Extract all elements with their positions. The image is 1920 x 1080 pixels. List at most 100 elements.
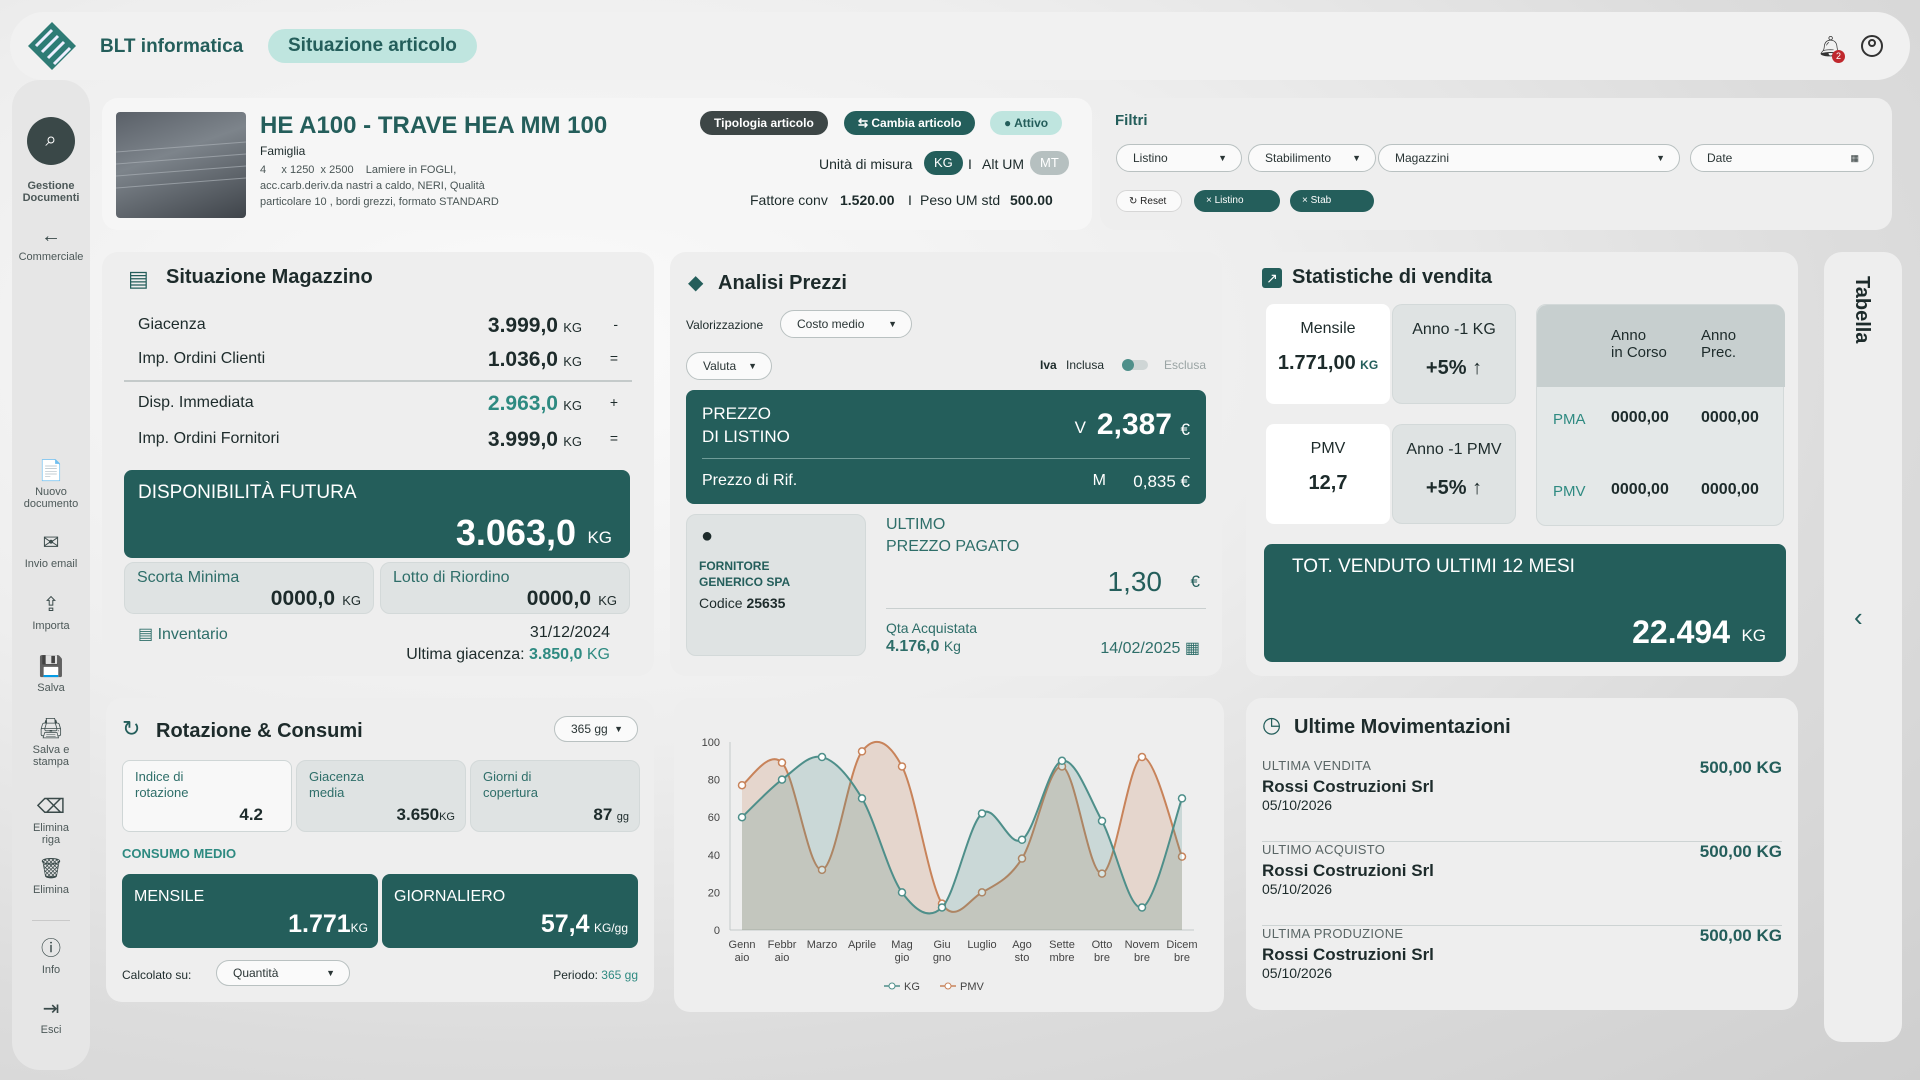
giorni-copertura-label: Giorni di copertura — [483, 769, 538, 800]
supplier-name-1: FORNITORE — [699, 559, 770, 573]
period-select[interactable]: 365 gg ▼ — [554, 716, 638, 742]
chevron-left-icon[interactable]: ‹ — [1854, 602, 1863, 633]
nuovo-documento-button[interactable]: 📄 Nuovo documento — [12, 460, 90, 510]
x-tick-label: Genn — [729, 939, 756, 951]
importa-button[interactable]: ⇪ Importa — [12, 594, 90, 632]
iva-esclusa-label: Esclusa — [1164, 358, 1207, 372]
data-point-kg — [777, 775, 787, 784]
magazzino-divider — [124, 380, 632, 382]
chevron-down-icon: ▼ — [1218, 153, 1227, 163]
close-icon[interactable]: × — [1206, 195, 1215, 206]
inventario-link[interactable]: ▤ Inventario — [138, 624, 228, 644]
anno1-pmv-box: Anno -1 PMV +5% ↑ — [1392, 424, 1516, 524]
anno1-kg-label: Anno -1 KG — [1412, 321, 1496, 338]
ordini-fornitori-label: Imp. Ordini Fornitori — [138, 430, 280, 447]
prezzo-listino-label-2: DI LISTINO — [702, 427, 790, 446]
qta-date[interactable]: 14/02/2025 ▦ — [1100, 638, 1200, 658]
elimina-riga-button[interactable]: ⌫ Elimina riga — [12, 796, 90, 846]
commerciale-back-button[interactable]: ← Commerciale — [12, 225, 90, 263]
inventario-label: Inventario — [157, 626, 228, 643]
stabilimento-select[interactable]: Stabilimento ▼ — [1248, 144, 1376, 172]
listino-chip-label: Listino — [1214, 195, 1244, 206]
mensile-value-line: 1.771,00 KG — [1266, 352, 1390, 375]
stab-chip-label: Stab — [1310, 195, 1332, 206]
app-name: BLT informatica — [100, 36, 244, 57]
rotation-icon: ↻ — [122, 716, 141, 741]
ordini-fornitori-sign: = — [609, 430, 618, 446]
x-tick-label: Mag — [891, 939, 912, 951]
invio-email-button[interactable]: ✉ Invio email — [12, 532, 90, 570]
anno1-kg-value: +5% ↑ — [1425, 357, 1483, 379]
valuta-select[interactable]: Valuta ▼ — [686, 352, 772, 380]
movimentazione-date: 05/10/2026 — [1262, 797, 1333, 813]
ultimo-prezzo-label-1: ULTIMO — [886, 516, 946, 533]
prezzo-rif-tag: M — [1092, 472, 1106, 489]
movimentazione-item[interactable]: ULTIMO ACQUISTO Rossi Costruzioni Srl 05/1… — [1262, 842, 1782, 926]
listino-chip[interactable]: × Listino — [1194, 190, 1280, 212]
date-input[interactable]: Date ▦ — [1690, 144, 1874, 172]
iva-inclusa-label: Inclusa — [1066, 358, 1105, 372]
ultima-giacenza: Ultima giacenza: 3.850,0 KG — [406, 646, 610, 664]
x-tick-label: gno — [933, 952, 951, 964]
supplier-box[interactable]: ● FORNITORE GENERICO SPA Codice 25635 — [686, 514, 866, 656]
movimentazioni-title: Ultime Movimentazioni — [1294, 716, 1511, 738]
salva-stampa-button[interactable]: 🖨 Salva e stampa — [12, 718, 90, 768]
close-icon[interactable]: × — [1302, 195, 1311, 206]
y-tick-label: 80 — [708, 775, 720, 787]
consumo-medio-label: CONSUMO MEDIO — [122, 846, 237, 861]
magazzini-select[interactable]: Magazzini ▼ — [1378, 144, 1680, 172]
x-tick-label: sto — [1015, 952, 1030, 964]
x-tick-label: Ago — [1012, 939, 1032, 951]
user-icon[interactable] — [1861, 35, 1883, 57]
listino-select[interactable]: Listino ▼ — [1116, 144, 1242, 172]
pmv-anno-prec: 0000,00 — [1701, 481, 1759, 498]
search-icon[interactable]: ⌕ — [27, 117, 75, 165]
prezzo-listino-value: 2,387 — [1096, 408, 1172, 441]
giacenza-media-box: Giacenza media 3.650KG — [296, 760, 466, 832]
calcolato-su-select[interactable]: Quantità ▼ — [216, 960, 350, 986]
esci-button[interactable]: ⇥ Esci — [12, 998, 90, 1036]
x-tick-label: Luglio — [967, 939, 996, 951]
anno1-kg-box: Anno -1 KG +5% ↑ — [1392, 304, 1516, 404]
consumo-giornaliero-value-line: 57,4 KG/gg — [541, 910, 628, 939]
notification-badge: 2 — [1832, 50, 1845, 63]
info-button[interactable]: ⓘ Info — [12, 938, 90, 976]
chart-card: 0 20 40 60 80 100 Genn aio Febbr aio Marzo Aprile Ma… — [674, 698, 1224, 1012]
date-input-value: Date — [1707, 151, 1733, 165]
tipologia-articolo-button[interactable]: Tipologia articolo — [700, 111, 828, 135]
status-badge: ● Attivo — [990, 111, 1063, 135]
supplier-code: Codice 25635 — [699, 595, 785, 611]
app-logo[interactable] — [26, 20, 78, 72]
giacenza-media-value-line: 3.650KG — [397, 805, 455, 825]
save-icon: 💾 — [38, 656, 64, 678]
qta-value: 4.176,0 Kg — [886, 638, 961, 656]
reset-button[interactable]: ↻ Reset — [1116, 190, 1182, 212]
iva-toggle[interactable] — [1122, 359, 1148, 371]
data-point-kg — [1097, 816, 1107, 826]
valorizzazione-label: Valorizzazione — [686, 318, 764, 332]
chevron-down-icon: ▼ — [888, 319, 897, 329]
scorta-minima-label: Scorta Minima — [137, 569, 240, 586]
commerciale-label: Commerciale — [18, 251, 84, 263]
qta-label: Qta Acquistata — [886, 620, 978, 636]
x-tick-label: Marzo — [807, 939, 838, 951]
x-tick-label: bre — [1174, 952, 1190, 964]
page-tab[interactable]: Situazione articolo — [268, 29, 477, 63]
cambia-articolo-label: Cambia articolo — [871, 116, 962, 130]
consumo-mensile-value: 1.771 — [288, 910, 351, 938]
salva-button[interactable]: 💾 Salva — [12, 656, 90, 694]
rotazione-card: ↻ Rotazione & Consumi 365 gg ▼ Indice di … — [106, 698, 654, 1002]
cambia-articolo-button[interactable]: ⇆ Cambia articolo — [844, 111, 976, 135]
valorizzazione-select[interactable]: Costo medio ▼ — [780, 310, 912, 338]
ultimo-prezzo-value: 1,30 — [1107, 566, 1163, 597]
tabella-side-panel[interactable]: Tabella ‹ — [1824, 252, 1902, 1042]
elimina-button[interactable]: 🗑 Elimina — [12, 858, 90, 896]
alt-um-badge[interactable]: MT — [1030, 151, 1069, 175]
um-value-badge[interactable]: KG — [924, 151, 963, 175]
legend-marker-kg — [888, 982, 896, 990]
movimentazione-item[interactable]: ULTIMA VENDITA Rossi Costruzioni Srl 05/10… — [1262, 758, 1782, 842]
stab-chip[interactable]: × Stab — [1290, 190, 1374, 212]
y-tick-label: 20 — [708, 887, 720, 899]
prezzi-title: Analisi Prezzi — [718, 272, 847, 294]
movimentazione-item[interactable]: ULTIMA PRODUZIONE Rossi Costruzioni Srl 05… — [1262, 926, 1782, 1010]
